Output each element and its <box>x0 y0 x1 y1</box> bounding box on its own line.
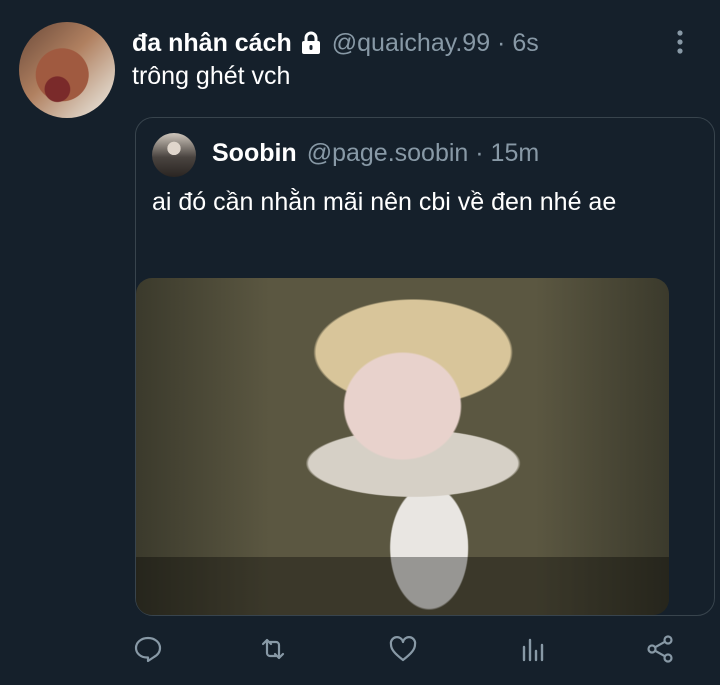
lock-icon <box>300 31 322 55</box>
tweet-text: trông ghét vch <box>132 62 291 90</box>
quoted-author-avatar[interactable] <box>152 133 196 177</box>
reply-icon[interactable] <box>133 634 163 664</box>
quoted-author-handle-and-time[interactable]: @page.soobin · 15m <box>307 139 539 168</box>
quoted-author-display-name[interactable]: Soobin <box>212 139 297 168</box>
quoted-tweet-header: Soobin @page.soobin · 15m <box>212 139 539 168</box>
author-display-name[interactable]: đa nhân cách <box>132 29 292 58</box>
quoted-tweet-text: ai đó cần nhằn mãi nên cbi về đen nhé ae <box>152 188 617 216</box>
analytics-icon[interactable] <box>518 634 548 664</box>
retweet-icon[interactable] <box>258 634 288 664</box>
tweet-header: đa nhân cách @quaichay.99 · 6s <box>132 26 539 60</box>
photo-shadow <box>136 557 669 615</box>
heart-icon[interactable] <box>388 634 418 664</box>
quoted-tweet[interactable]: Soobin @page.soobin · 15m ai đó cần nhằn… <box>135 117 715 616</box>
author-avatar[interactable] <box>19 22 115 118</box>
author-handle-and-time[interactable]: @quaichay.99 · 6s <box>332 29 539 58</box>
quoted-tweet-photo[interactable] <box>136 278 669 615</box>
more-vertical-icon[interactable] <box>668 28 692 56</box>
share-icon[interactable] <box>645 634 675 664</box>
